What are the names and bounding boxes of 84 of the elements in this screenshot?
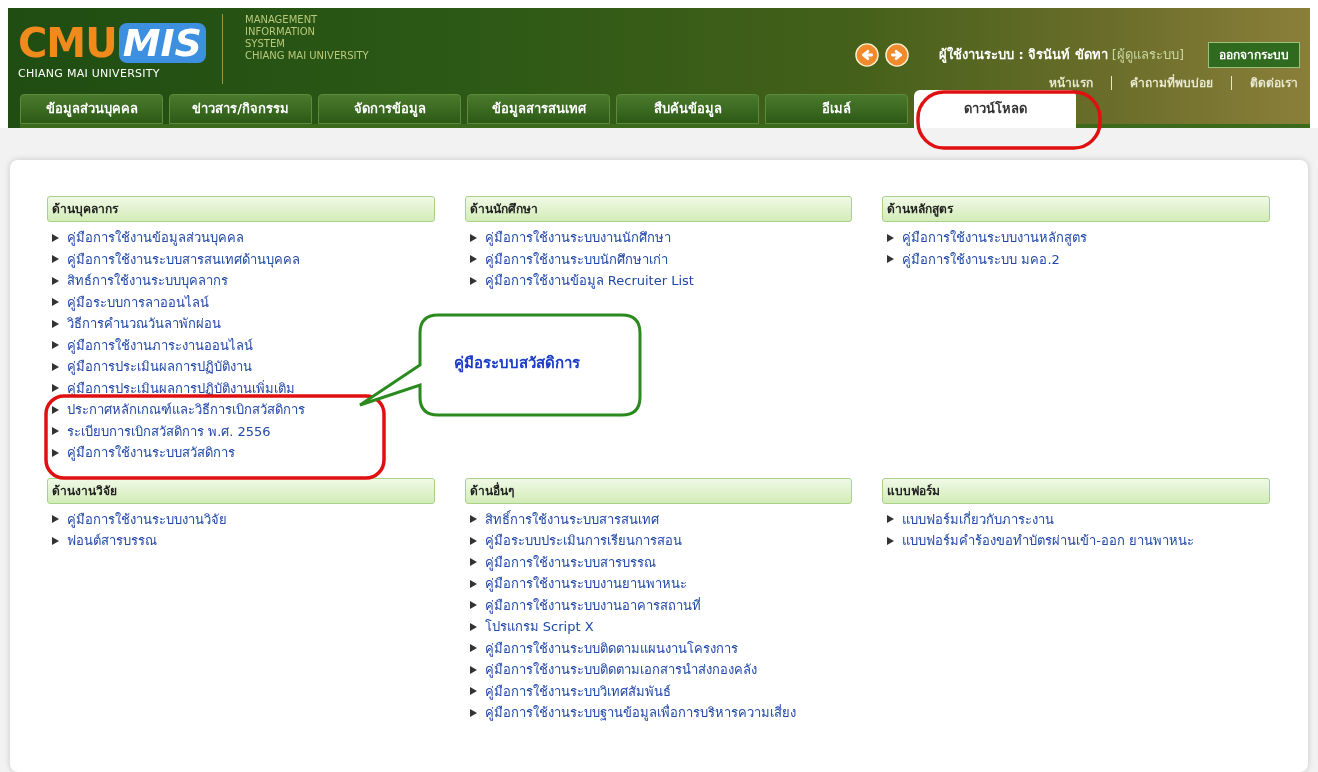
download-link[interactable]: คู่มือการใช้งานระบบงานวิจัย [67,509,227,529]
bullet-icon [52,515,59,524]
tagline-text: INFORMATION [245,26,317,38]
download-link[interactable]: คู่มือการใช้งานภาระงานออนไลน์ [67,335,253,355]
download-link[interactable]: คู่มือการใช้งานระบบ มคอ.2 [902,249,1060,269]
bullet-icon [52,536,59,545]
section-header: ด้านหลักสูตร [882,196,1270,222]
tagline-text: MANAGEMENT [245,14,319,26]
download-link[interactable]: สิทธ์การใช้งานระบบบุคลากร [67,271,228,291]
bullet-icon [469,687,477,696]
section-header: ด้านบุคลากร [47,196,435,222]
section-header: ด้านนักศึกษา [464,196,853,222]
bullet-icon [52,448,59,457]
bullet-icon [887,233,895,242]
bullet-icon [469,601,477,610]
download-link[interactable]: คู่มือการใช้งานระบบสารสนเทศด้านบุคคล [67,249,300,269]
bullet-icon [52,384,59,393]
bullet-icon [52,341,59,350]
bullet-icon [469,558,477,567]
nav-link[interactable]: หน้าแรก [1049,74,1093,92]
bullet-icon [469,536,477,545]
section-header: ด้านอื่นๆ [464,477,853,504]
bullet-icon [52,233,59,242]
download-link[interactable]: คู่มือการใช้งานระบบสารบรรณ [484,552,656,572]
user-role: [ผู้ดูแลระบบ] [1111,46,1184,65]
bullet-icon [469,579,477,588]
bullet-icon [469,233,477,242]
download-link[interactable]: คู่มือการประเมินผลการปฏิบัติงาน [67,357,252,377]
menu-tab[interactable]: ข้อมูลส่วนบุคคล [20,94,163,124]
download-link[interactable]: คู่มือการใช้งานระบบนักศึกษาเก่า [484,249,668,269]
menu-tab[interactable]: จัดการข้อมูล [318,94,461,124]
download-link[interactable]: คู่มือการใช้งานข้อมูลส่วนบุคคล [67,228,244,248]
download-link[interactable]: คู่มือการใช้งานระบบงานหลักสูตร [902,228,1088,248]
download-link[interactable]: คู่มือการใช้งานระบบติดตามแผนงานโครงการ [484,638,738,658]
bullet-icon [469,644,477,653]
callout-text: คู่มือระบบสวัสดิการ [454,353,580,375]
download-link[interactable]: คู่มือการใช้งานระบบสวัสดิการ [67,443,235,463]
download-link[interactable]: คู่มือการใช้งานระบบงานยานพาหนะ [484,574,687,594]
menu-tab[interactable]: ข้อมูลสารสนเทศ [467,94,610,124]
download-link[interactable]: คู่มือการประเมินผลการปฏิบัติงานเพิ่มเติม [67,378,295,398]
logout-button[interactable]: ออกจากระบบ [1208,42,1300,68]
download-link[interactable]: คู่มือการใช้งานระบบฐานข้อมูลเพื่อการบริหารความเสี่ยง [484,703,796,723]
nav-link[interactable]: คำถามที่พบบ่อย [1130,74,1213,92]
user-name: ผู้ใช้งานระบบ : จิรนันท์ ขัดทา [939,45,1108,65]
download-link[interactable]: คู่มือการใช้งานข้อมูล Recruiter List [484,271,694,291]
logo-badge: MIS [118,23,206,63]
download-link[interactable]: คู่มือระบบประเมินการเรียนการสอน [484,531,682,551]
bullet-icon [52,362,59,371]
bullet-icon [469,665,477,674]
logo-text: CMU [18,22,117,64]
download-link[interactable]: แบบฟอร์มคำร้องขอทำบัตรผ่านเข้า-ออก ยานพาหนะ [902,531,1195,551]
download-link[interactable]: วิธีการคำนวณวันลาพักผ่อน [67,314,221,334]
bullet-icon [52,427,59,436]
tagline-text: SYSTEM [245,38,286,50]
bullet-icon [469,622,477,631]
download-link[interactable]: คู่มือการใช้งานระบบงานอาคารสถานที่ [484,595,701,615]
bullet-icon [469,515,477,524]
bullet-icon [52,276,59,285]
bullet-icon [469,255,477,264]
menu-tab[interactable]: ข่าวสาร/กิจกรรม [169,94,312,124]
download-link[interactable]: สิทธิ์การใช้งานระบบสารสนเทศ [484,509,659,529]
bullet-icon [52,319,59,328]
bullet-icon [52,298,59,307]
download-link[interactable]: คู่มือระบบการลาออนไลน์ [67,292,209,312]
bullet-icon [469,708,477,717]
menu-tab[interactable]: สืบค้นข้อมูล [616,94,759,124]
bullet-icon [469,276,477,285]
bullet-icon [52,405,59,414]
download-link[interactable]: คู่มือการใช้งานระบบติดตามเอกสารนำส่งกองคลัง [484,660,757,680]
download-link[interactable]: โปรแกรม Script X [484,617,594,637]
menu-tab[interactable]: อีเมล์ [765,94,908,124]
download-link[interactable]: ประกาศหลักเกณฑ์และวิธีการเบิกสวัสดิการ [67,400,305,420]
section-header: แบบฟอร์ม [882,477,1270,504]
download-link[interactable]: ฟอนต์สารบรรณ [67,531,157,551]
logo-subtitle: CHIANG MAI UNIVERSITY [18,66,161,82]
tagline-text: CHIANG MAI UNIVERSITY [245,50,369,62]
download-link[interactable]: ระเบียบการเบิกสวัสดิการ พ.ศ. 2556 [67,421,271,441]
download-link[interactable]: แบบฟอร์มเกี่ยวกับภาระงาน [902,509,1055,529]
download-link[interactable]: คู่มือการใช้งานระบบงานนักศึกษา [484,228,671,248]
bullet-icon [887,536,895,545]
bullet-icon [887,515,895,524]
bullet-icon [887,255,895,264]
bullet-icon [52,255,59,264]
download-link[interactable]: คู่มือการใช้งานระบบวิเทศสัมพันธ์ [484,681,671,701]
